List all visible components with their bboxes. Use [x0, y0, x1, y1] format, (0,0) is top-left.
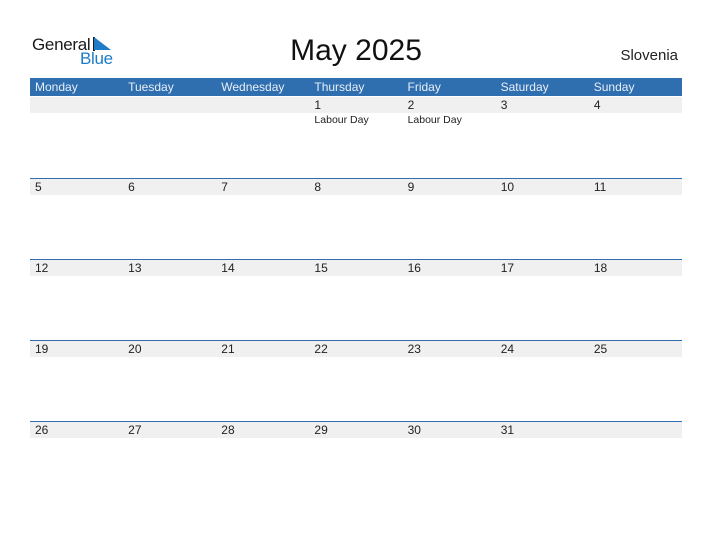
day-cell[interactable]: 29	[309, 422, 402, 503]
day-number: 11	[593, 180, 607, 194]
day-number: 9	[407, 180, 415, 194]
day-number: 22	[314, 342, 328, 356]
day-number: 20	[128, 342, 142, 356]
day-cell[interactable]: 22	[309, 341, 402, 422]
day-number: 5	[35, 180, 42, 194]
day-number: 6	[128, 180, 135, 194]
day-cell[interactable]: 3	[496, 97, 589, 178]
day-number: 23	[407, 342, 421, 356]
day-number: 21	[221, 342, 235, 356]
day-cell[interactable]: 24	[496, 341, 589, 422]
day-number: 25	[593, 342, 608, 356]
day-cell[interactable]: 28	[216, 422, 309, 503]
day-cell[interactable]: 10	[496, 179, 589, 260]
day-number: 10	[500, 180, 515, 194]
day-cell[interactable]	[30, 97, 123, 178]
day-cell[interactable]: 2 Labour Day	[403, 97, 496, 178]
day-number: 24	[500, 342, 515, 356]
day-number: 18	[593, 261, 608, 275]
day-number: 14	[221, 261, 235, 275]
day-cell[interactable]: 4	[589, 97, 682, 178]
holiday-label: Labour Day	[314, 114, 369, 126]
weekday-header: Monday Tuesday Wednesday Thursday Friday…	[30, 78, 682, 96]
calendar-title: May 2025	[290, 34, 422, 67]
day-cell[interactable]: 31	[496, 422, 589, 503]
day-cell[interactable]: 19	[30, 341, 123, 422]
day-cell[interactable]: 11	[589, 179, 682, 260]
day-number: 3	[500, 98, 508, 112]
day-cell[interactable]: 9	[403, 179, 496, 260]
day-cell[interactable]: 20	[123, 341, 216, 422]
day-number: 1	[314, 98, 322, 112]
day-number: 27	[128, 423, 142, 437]
day-number: 29	[314, 423, 328, 437]
day-cell[interactable]: 15	[309, 260, 402, 341]
day-number: 4	[593, 98, 601, 112]
day-cell[interactable]: 5	[30, 179, 123, 260]
weekday-tuesday: Tuesday	[128, 80, 174, 94]
holiday-label: Labour Day	[407, 114, 462, 126]
week-row: 12 13 14 15 16 17 18	[30, 259, 682, 341]
weekday-wednesday: Wednesday	[221, 80, 285, 94]
day-cell[interactable]	[123, 97, 216, 178]
weekday-friday: Friday	[407, 80, 441, 94]
weekday-saturday: Saturday	[500, 80, 549, 94]
day-number: 16	[407, 261, 421, 275]
day-number: 26	[35, 423, 49, 437]
day-cell[interactable]: 30	[403, 422, 496, 503]
week-row: 5 6 7 8 9 10 11	[30, 178, 682, 260]
country-label: Slovenia	[620, 47, 678, 64]
day-cell[interactable]: 26	[30, 422, 123, 503]
day-number: 8	[314, 180, 322, 194]
day-cell[interactable]: 17	[496, 260, 589, 341]
day-number: 30	[407, 423, 421, 437]
week-row: 26 27 28 29 30 31	[30, 421, 682, 503]
day-cell[interactable]	[216, 97, 309, 178]
day-cell[interactable]: 25	[589, 341, 682, 422]
week-row: 1 Labour Day 2 Labour Day 3 4	[30, 97, 682, 178]
weekday-thursday: Thursday	[314, 80, 365, 94]
day-number: 7	[221, 180, 228, 194]
day-cell[interactable]: 8	[309, 179, 402, 260]
day-number: 2	[407, 98, 415, 112]
day-cell[interactable]: 1 Labour Day	[309, 97, 402, 178]
day-number: 31	[500, 423, 515, 437]
day-cell[interactable]: 14	[216, 260, 309, 341]
day-cell[interactable]: 23	[403, 341, 496, 422]
day-cell[interactable]: 6	[123, 179, 216, 260]
day-cell[interactable]: 18	[589, 260, 682, 341]
day-number: 17	[500, 261, 515, 275]
day-number: 19	[35, 342, 49, 356]
day-number: 13	[128, 261, 142, 275]
day-cell[interactable]: 16	[403, 260, 496, 341]
day-number: 12	[35, 261, 49, 275]
day-cell[interactable]: 12	[30, 260, 123, 341]
day-cell[interactable]: 13	[123, 260, 216, 341]
day-number: 15	[314, 261, 328, 275]
day-cell[interactable]	[589, 422, 682, 503]
weekday-sunday: Sunday	[593, 80, 635, 94]
weekday-monday: Monday	[35, 80, 78, 94]
day-number: 28	[221, 423, 235, 437]
day-cell[interactable]: 21	[216, 341, 309, 422]
day-cell[interactable]: 27	[123, 422, 216, 503]
week-row: 19 20 21 22 23 24 25	[30, 340, 682, 422]
day-cell[interactable]: 7	[216, 179, 309, 260]
